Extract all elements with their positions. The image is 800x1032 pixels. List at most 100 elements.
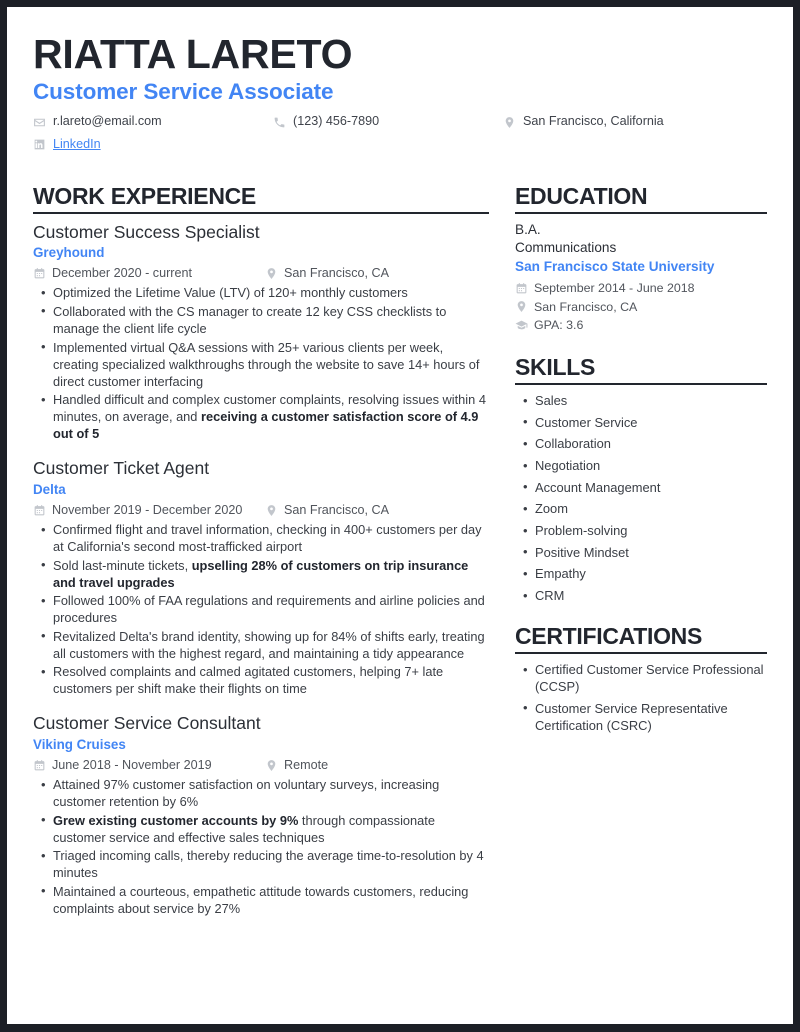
work-bullet-text: Confirmed flight and travel information,…	[53, 522, 482, 555]
work-bullet: Resolved complaints and calmed agitated …	[33, 663, 489, 697]
contact-email[interactable]: r.lareto@email.com	[33, 114, 273, 129]
resume-header: RIATTA LARETO Customer Service Associate…	[33, 31, 767, 158]
education-degree: B.A.	[515, 221, 541, 237]
work-bullet: Sold last-minute tickets, upselling 28% …	[33, 556, 489, 591]
map-pin-icon	[265, 504, 278, 517]
calendar-icon	[515, 282, 528, 295]
work-bullet-text: Collaborated with the CS manager to crea…	[53, 303, 447, 336]
contact-info: r.lareto@email.com (123) 456-7890 San Fr…	[33, 114, 767, 151]
work-entry-date-text: December 2020 - current	[52, 266, 192, 281]
contact-linkedin[interactable]: LinkedIn	[33, 137, 273, 152]
work-entry-location-text: San Francisco, CA	[284, 502, 389, 517]
work-experience-rule	[33, 211, 489, 214]
education-field: Communications	[515, 239, 617, 255]
skill-item: Problem-solving	[515, 522, 767, 539]
right-column: EDUCATION B.A. Communications San Franci…	[515, 182, 767, 932]
work-entry-date-text: June 2018 - November 2019	[52, 758, 212, 773]
work-bullet: Attained 97% customer satisfaction on vo…	[33, 776, 489, 810]
work-bullet-text: Revitalized Delta's brand identity, show…	[53, 628, 485, 661]
work-entry-date: December 2020 - current	[33, 266, 265, 281]
work-entry-list: Customer Success Specialist Greyhound Dece…	[33, 221, 489, 917]
work-bullet-text: Implemented virtual Q&A sessions with 25…	[53, 339, 480, 389]
work-bullet: Maintained a courteous, empathetic attit…	[33, 882, 489, 917]
education-date-text: September 2014 - June 2018	[534, 280, 695, 295]
resume-sheet: RIATTA LARETO Customer Service Associate…	[7, 7, 793, 1024]
skill-item: Sales	[515, 392, 767, 409]
education-gpa-text: GPA: 3.6	[534, 318, 584, 333]
skills-title: SKILLS	[515, 354, 595, 381]
envelope-icon	[33, 116, 46, 129]
work-bullet-text: Resolved complaints and calmed agitated …	[53, 664, 444, 697]
skill-item: Account Management	[515, 478, 767, 496]
certifications-section: CERTIFICATIONS Certified Customer Servic…	[515, 624, 767, 734]
work-entry-organization: Viking Cruises	[33, 736, 126, 752]
skills-list: Sales Customer Service Collaboration Negoti…	[515, 392, 767, 604]
work-entry-title: Customer Success Specialist	[33, 221, 260, 242]
work-entry-date-text: November 2019 - December 2020	[52, 502, 243, 517]
work-bullet-text: Attained 97% customer satisfaction on vo…	[53, 777, 440, 810]
work-entry-meta: November 2019 - December 2020 San Francis…	[33, 503, 489, 518]
work-entry-meta: December 2020 - current San Francisco, CA	[33, 266, 489, 281]
work-entry-location-text: San Francisco, CA	[284, 266, 389, 281]
work-bullet-text: Sold last-minute tickets,	[53, 557, 192, 573]
education-section: EDUCATION B.A. Communications San Franci…	[515, 182, 767, 334]
contact-location: San Francisco, California	[503, 114, 767, 129]
work-entry-title: Customer Service Consultant	[33, 713, 261, 734]
education-date: September 2014 - June 2018	[515, 281, 767, 296]
work-bullet-text: Followed 100% of FAA regulations and req…	[53, 593, 485, 626]
work-entry-location: San Francisco, CA	[265, 503, 389, 518]
certification-item: Certified Customer Service Professional …	[515, 660, 767, 695]
work-entry-location: Remote	[265, 758, 328, 773]
education-location: San Francisco, CA	[515, 300, 767, 315]
work-entry-organization: Greyhound	[33, 245, 105, 261]
phone-icon	[273, 116, 286, 129]
work-experience-section: WORK EXPERIENCE Customer Success Special…	[33, 182, 489, 917]
candidate-name: RIATTA LARETO	[33, 31, 353, 77]
skill-item: Positive Mindset	[515, 543, 767, 561]
map-pin-icon	[265, 267, 278, 280]
skill-item: Customer Service	[515, 413, 767, 431]
skills-section: SKILLS Sales Customer Service Collaboratio…	[515, 355, 767, 604]
work-bullet-text: Triaged incoming calls, thereby reducing…	[53, 848, 484, 881]
map-pin-icon	[265, 759, 278, 772]
education-title: EDUCATION	[515, 182, 648, 209]
work-bullet: Triaged incoming calls, thereby reducing…	[33, 847, 489, 881]
skill-item: Zoom	[515, 500, 767, 517]
skills-rule	[515, 383, 767, 386]
work-entry-date: November 2019 - December 2020	[33, 503, 265, 518]
map-pin-icon	[503, 116, 516, 129]
work-bullet: Revitalized Delta's brand identity, show…	[33, 627, 489, 662]
education-rule	[515, 211, 767, 214]
work-entry-bullets: Confirmed flight and travel information,…	[33, 521, 489, 697]
work-entry: Customer Ticket Agent Delta November 2019 …	[33, 457, 489, 697]
work-bullet: Grew existing customer accounts by 9% th…	[33, 811, 489, 846]
skill-item: Negotiation	[515, 457, 767, 474]
work-entry-date: June 2018 - November 2019	[33, 758, 265, 773]
contact-phone-text: (123) 456-7890	[293, 114, 380, 129]
work-bullet: Followed 100% of FAA regulations and req…	[33, 592, 489, 626]
left-column: WORK EXPERIENCE Customer Success Special…	[33, 182, 489, 932]
linkedin-icon	[33, 138, 46, 151]
map-pin-icon	[515, 300, 528, 313]
certifications-title: CERTIFICATIONS	[515, 623, 703, 650]
candidate-job-title: Customer Service Associate	[33, 79, 334, 105]
work-entry-title: Customer Ticket Agent	[33, 458, 210, 479]
contact-phone[interactable]: (123) 456-7890	[273, 114, 503, 129]
work-bullet: Implemented virtual Q&A sessions with 25…	[33, 338, 489, 390]
contact-email-text: r.lareto@email.com	[53, 114, 162, 129]
education-location-text: San Francisco, CA	[534, 299, 638, 314]
contact-linkedin-link[interactable]: LinkedIn	[53, 137, 101, 152]
contact-location-text: San Francisco, California	[523, 114, 664, 129]
calendar-icon	[33, 504, 46, 517]
education-gpa: GPA: 3.6	[515, 318, 767, 333]
work-bullet: Collaborated with the CS manager to crea…	[33, 302, 489, 337]
work-experience-title: WORK EXPERIENCE	[33, 182, 256, 209]
work-bullet-emphasis: Grew existing customer accounts by 9%	[53, 812, 299, 828]
certifications-rule	[515, 652, 767, 654]
resume-page: RIATTA LARETO Customer Service Associate…	[0, 0, 800, 1032]
work-bullet: Optimized the Lifetime Value (LTV) of 12…	[33, 284, 489, 301]
work-bullet-text: Optimized the Lifetime Value (LTV) of 12…	[53, 285, 408, 301]
work-entry-bullets: Optimized the Lifetime Value (LTV) of 12…	[33, 284, 489, 442]
work-bullet-text: Maintained a courteous, empathetic attit…	[53, 883, 469, 916]
work-bullet: Handled difficult and complex customer c…	[33, 391, 489, 442]
